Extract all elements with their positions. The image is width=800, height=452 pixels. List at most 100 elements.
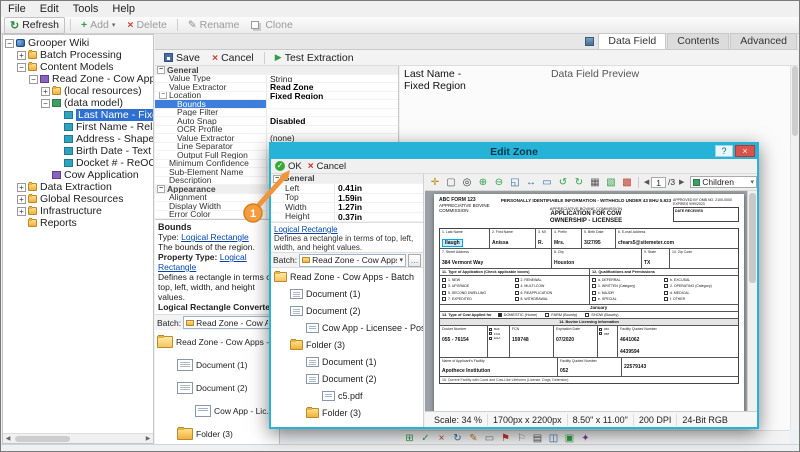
- nav-item-local-resources[interactable]: + (local resources): [3, 85, 153, 97]
- nav-item-batch-processing[interactable]: + Batch Processing: [3, 49, 153, 61]
- tab-advanced[interactable]: Advanced: [730, 33, 797, 49]
- prev-page-button[interactable]: ◀: [642, 178, 651, 186]
- property-row[interactable]: Auto Snap Disabled: [155, 117, 398, 126]
- viewer-canvas[interactable]: ABC FORM 123 APPRECIATIVE BOVINE COMMISS…: [425, 191, 757, 411]
- property-row[interactable]: Page Filter: [155, 109, 398, 118]
- menu-item[interactable]: Tools: [66, 2, 106, 16]
- property-value[interactable]: 0.41in: [335, 184, 423, 193]
- nav-item-content-models[interactable]: − Content Models: [3, 61, 153, 73]
- nav-item-infrastructure[interactable]: + Infrastructure: [3, 205, 153, 217]
- property-row[interactable]: Value Extractor Read Zone: [155, 83, 398, 92]
- nav-item-cow-application[interactable]: Cow Application: [3, 169, 153, 181]
- property-row[interactable]: Top 1.59in: [271, 194, 423, 204]
- batch-select[interactable]: Read Zone - Cow Apps - Batch ▾: [183, 316, 277, 329]
- zone-clear-icon[interactable]: ▩: [619, 177, 635, 188]
- dialog-document-2[interactable]: Document (2): [271, 302, 423, 319]
- property-value[interactable]: Fixed Region: [267, 92, 398, 100]
- fit-width-icon[interactable]: ↔: [523, 177, 539, 188]
- property-value[interactable]: 1.27in: [335, 203, 423, 212]
- nav-item-birth-date-text-region[interactable]: Birth Date - Text Region: [3, 145, 153, 157]
- tree-expander-icon[interactable]: +: [17, 195, 26, 204]
- tree-expander-icon[interactable]: −: [5, 39, 14, 48]
- dialog-help-button[interactable]: ?: [715, 145, 733, 157]
- property-row[interactable]: Height 0.37in: [271, 213, 423, 223]
- refresh-icon[interactable]: ↻: [450, 433, 465, 444]
- property-value[interactable]: [267, 126, 398, 134]
- property-value[interactable]: [267, 100, 398, 108]
- table-icon[interactable]: ▤: [530, 433, 545, 444]
- children-view-select[interactable]: Children ▾: [690, 176, 757, 188]
- rename-button[interactable]: ✎ Rename: [183, 18, 245, 32]
- star-icon[interactable]: ✦: [578, 433, 593, 444]
- next-page-button[interactable]: ▶: [677, 178, 686, 186]
- nav-item-read-zone-content-model[interactable]: − Read Zone - Cow Apps - Content Moc: [3, 73, 153, 85]
- property-value[interactable]: (none): [267, 134, 398, 142]
- add-row-icon[interactable]: ⊞: [402, 433, 417, 444]
- zone-icon[interactable]: ▣: [562, 433, 577, 444]
- dialog-cancel-button[interactable]: × Cancel: [308, 161, 346, 172]
- nav-item-grooper-wiki[interactable]: − Grooper Wiki: [3, 37, 153, 49]
- property-value[interactable]: 0.37in: [335, 213, 423, 222]
- nav-item-last-name-fixed-region[interactable]: Last Name - Fixed Region: [3, 109, 153, 121]
- tree-expander-icon[interactable]: +: [17, 51, 26, 60]
- cancel-button[interactable]: × Cancel: [207, 51, 259, 65]
- select-icon[interactable]: ▢: [443, 177, 459, 188]
- nav-item-data-extraction[interactable]: + Data Extraction: [3, 181, 153, 193]
- flag-red-icon[interactable]: ⚑: [498, 433, 513, 444]
- fit-page-icon[interactable]: ▭: [539, 177, 555, 188]
- refresh-button[interactable]: ↻ Refresh: [4, 17, 65, 34]
- menu-item[interactable]: Help: [105, 2, 142, 16]
- batch-document-2[interactable]: Document (2): [155, 376, 279, 399]
- nav-item-first-name-relative-region[interactable]: First Name - Relative Region: [3, 121, 153, 133]
- nav-item-reports[interactable]: Reports: [3, 217, 153, 229]
- property-row[interactable]: Value Type String: [155, 75, 398, 84]
- dialog-sub-folder-3[interactable]: Folder (3): [271, 404, 423, 421]
- property-value[interactable]: Disabled: [267, 117, 398, 125]
- save-button[interactable]: Save: [159, 51, 205, 65]
- actual-size-icon[interactable]: ◱: [507, 177, 523, 188]
- property-row[interactable]: Bounds: [155, 100, 398, 109]
- nav-item-global-resources[interactable]: + Global Resources: [3, 193, 153, 205]
- scrollbar-thumb[interactable]: [749, 193, 756, 283]
- tree-expander-icon[interactable]: +: [41, 87, 50, 96]
- property-expander-icon[interactable]: −: [157, 185, 165, 193]
- tree-expander-icon[interactable]: −: [29, 75, 38, 84]
- zoom-in-icon[interactable]: ⊕: [475, 177, 491, 188]
- property-row[interactable]: −General: [271, 174, 423, 184]
- property-row[interactable]: −Location Fixed Region: [155, 92, 398, 101]
- delete-icon[interactable]: ×: [434, 433, 449, 444]
- zone-add-icon[interactable]: ▧: [603, 177, 619, 188]
- flag-white-icon[interactable]: ⚐: [514, 433, 529, 444]
- property-expander-icon[interactable]: −: [273, 175, 281, 183]
- nav-item-address-shape-region[interactable]: Address - Shape Region: [3, 133, 153, 145]
- property-row[interactable]: Left 0.41in: [271, 184, 423, 194]
- tree-expander-icon[interactable]: −: [17, 63, 26, 72]
- dialog-folder-3[interactable]: Folder (3): [271, 336, 423, 353]
- split-icon[interactable]: ◫: [546, 433, 561, 444]
- dialog-sub-document-1[interactable]: Document (1): [271, 353, 423, 370]
- menu-item[interactable]: File: [1, 2, 33, 16]
- scroll-right-icon[interactable]: ▶: [143, 435, 153, 442]
- rotate-right-icon[interactable]: ↻: [571, 177, 587, 188]
- delete-button[interactable]: × Delete: [122, 18, 172, 32]
- tree-expander-icon[interactable]: +: [17, 183, 26, 192]
- dialog-page-cow-app[interactable]: Cow App - Licensee - Positions Fille...: [271, 319, 423, 336]
- property-value[interactable]: 1.59in: [335, 194, 423, 203]
- property-expander-icon[interactable]: −: [157, 66, 165, 74]
- test-extraction-button[interactable]: ▶ Test Extraction: [270, 51, 359, 65]
- property-row[interactable]: −General: [155, 66, 398, 75]
- scrollbar-thumb[interactable]: [792, 66, 798, 136]
- rotate-left-icon[interactable]: ↺: [555, 177, 571, 188]
- ok-button[interactable]: ✓ OK: [275, 161, 302, 172]
- nav-item-data-model[interactable]: − (data model): [3, 97, 153, 109]
- tab-contents[interactable]: Contents: [667, 33, 729, 49]
- nav-item-docket-reocr-zone[interactable]: Docket # - ReOCR Zone: [3, 157, 153, 169]
- panel-options-icon[interactable]: [585, 37, 594, 46]
- property-row[interactable]: Width 1.27in: [271, 203, 423, 213]
- dialog-close-button[interactable]: ×: [735, 145, 755, 157]
- viewer-vertical-scrollbar[interactable]: [747, 191, 757, 411]
- vertical-scrollbar[interactable]: [790, 66, 798, 430]
- dialog-title-bar[interactable]: Edit Zone ? ×: [271, 144, 757, 159]
- batch-options-button[interactable]: …: [408, 254, 421, 267]
- scroll-left-icon[interactable]: ◀: [3, 435, 13, 442]
